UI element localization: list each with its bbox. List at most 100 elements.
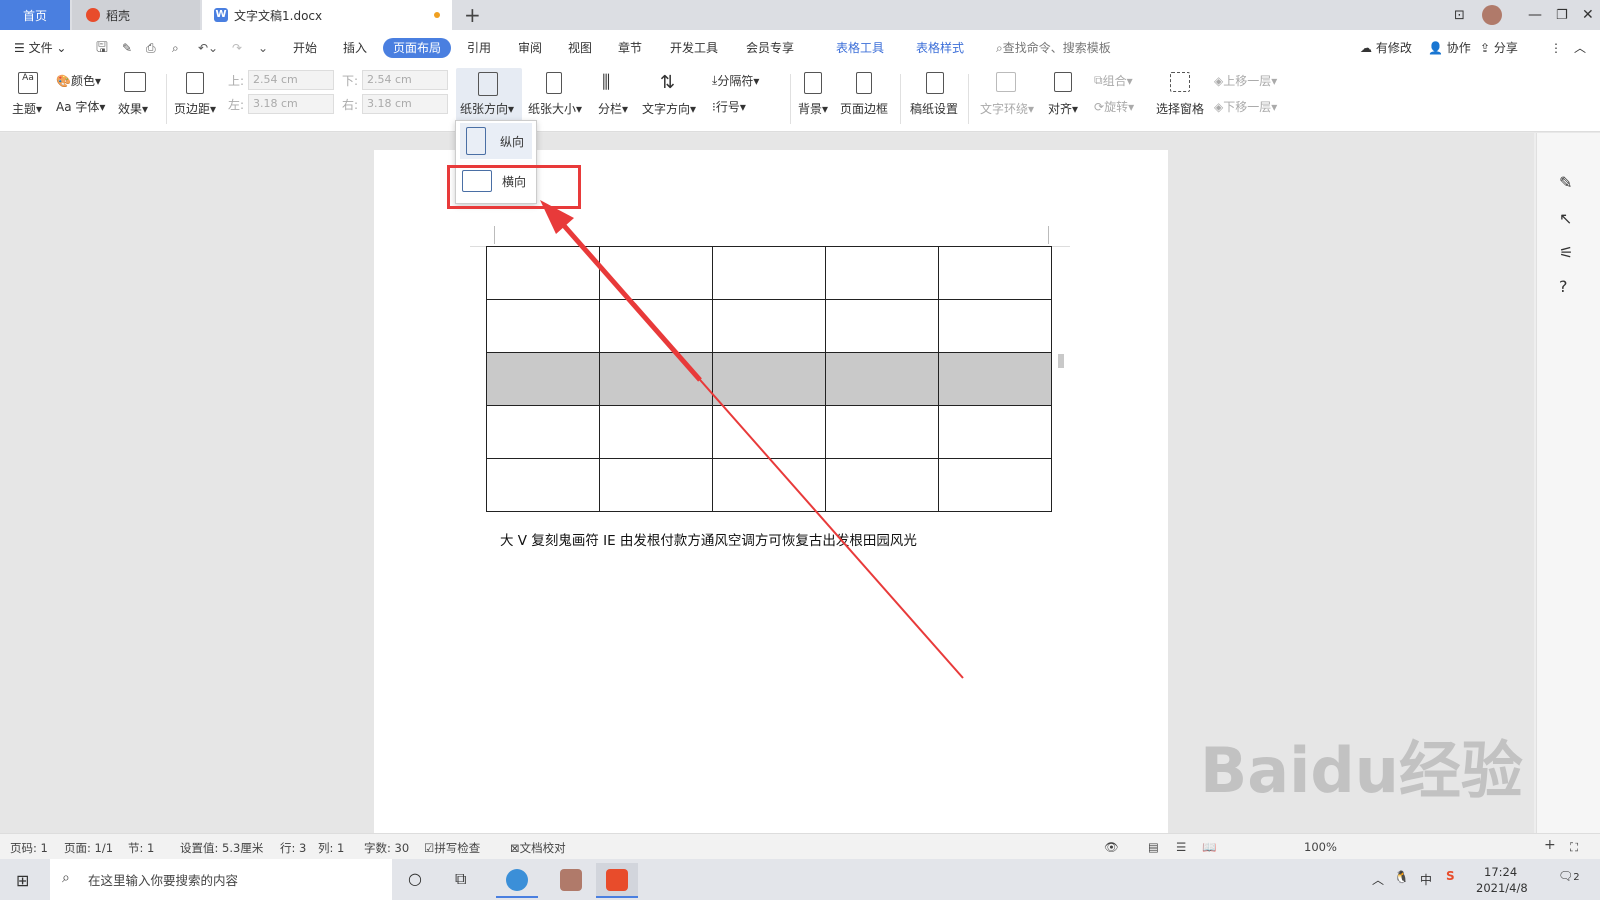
group-button[interactable]: ⧉ 组合 ▾ — [1094, 72, 1133, 89]
table-cell[interactable] — [712, 458, 826, 512]
table-cell[interactable] — [938, 299, 1052, 353]
print-icon[interactable]: ⎙ — [146, 38, 156, 58]
menu-table-style[interactable]: 表格样式 — [916, 38, 964, 58]
cursor-icon[interactable]: ↖ — [1559, 209, 1572, 228]
window-layout-icon[interactable]: ⊡ — [1454, 0, 1465, 30]
portrait-option[interactable]: 纵向 — [460, 123, 532, 159]
table-cell[interactable] — [599, 299, 713, 353]
right-margin-input[interactable]: 3.18 cm — [362, 94, 448, 114]
outline-view-icon[interactable]: ☰ — [1176, 840, 1186, 854]
clock-date[interactable]: 2021/4/8 — [1476, 881, 1528, 895]
table-cell[interactable] — [825, 405, 939, 459]
background-button[interactable]: 背景 ▾ — [798, 100, 828, 117]
table-cell[interactable] — [712, 405, 826, 459]
zoom-level[interactable]: 100% — [1304, 840, 1337, 854]
more-icon[interactable]: ⋮ — [1550, 38, 1562, 58]
eye-protection-icon[interactable]: 👁 — [1104, 840, 1119, 854]
tab-daoke[interactable]: 稻壳 — [72, 0, 200, 30]
table-cell[interactable] — [938, 246, 1052, 300]
table-cell[interactable] — [938, 352, 1052, 406]
close-button[interactable]: ✕ — [1582, 0, 1594, 30]
sogou-tray-icon[interactable]: S — [1446, 869, 1455, 883]
zoom-in-icon[interactable]: + — [1544, 837, 1556, 853]
status-section[interactable]: 节: 1 — [128, 840, 154, 856]
tab-document[interactable]: W 文字文稿1.docx — [202, 0, 452, 30]
taskbar-search[interactable]: ⌕ 在这里输入你要搜索的内容 — [50, 859, 392, 900]
table-cell[interactable] — [486, 299, 600, 353]
undo-icon[interactable]: ↶⌄ — [198, 38, 218, 58]
table-cell[interactable] — [599, 458, 713, 512]
send-backward-button[interactable]: ◈ 下移一层 ▾ — [1214, 98, 1277, 115]
fullscreen-icon[interactable]: ⛶ — [1570, 840, 1578, 855]
table-cell[interactable] — [599, 405, 713, 459]
table-cell[interactable] — [825, 246, 939, 300]
new-tab-button[interactable]: + — [464, 0, 481, 30]
browser-app-icon[interactable] — [496, 863, 538, 898]
clock-time[interactable]: 17:24 — [1484, 865, 1517, 879]
status-setting[interactable]: 设置值: 5.3厘米 — [180, 840, 263, 856]
menu-insert[interactable]: 插入 — [343, 38, 367, 58]
ime-indicator[interactable]: 中 — [1420, 871, 1432, 888]
page-view-icon[interactable]: ▤ — [1148, 840, 1159, 854]
table-cell[interactable] — [712, 299, 826, 353]
task-view-icon[interactable]: ⧉ — [455, 869, 466, 889]
table-cell[interactable] — [938, 458, 1052, 512]
font-button[interactable]: Aa 字体 ▾ — [56, 98, 105, 115]
table-cell[interactable] — [712, 246, 826, 300]
proofread-button[interactable]: ⊠文档校对 — [510, 840, 566, 856]
row-resize-handle[interactable] — [1058, 354, 1064, 368]
table-cell[interactable] — [599, 246, 713, 300]
redo-icon[interactable]: ↷ — [232, 38, 242, 58]
separator-button[interactable]: ⤓ 分隔符 ▾ — [712, 72, 759, 89]
status-page-code[interactable]: 页码: 1 — [10, 840, 48, 856]
menu-reference[interactable]: 引用 — [467, 38, 491, 58]
theme-button[interactable]: 主题 ▾ — [12, 100, 42, 117]
left-margin-input[interactable]: 3.18 cm — [248, 94, 334, 114]
help-icon[interactable]: ? — [1559, 277, 1568, 296]
table-cell[interactable] — [486, 246, 600, 300]
print-preview-icon[interactable]: ⌕ — [172, 38, 179, 58]
collapse-ribbon-icon[interactable]: ︿ — [1574, 38, 1586, 58]
status-words[interactable]: 字数: 30 — [364, 840, 409, 856]
status-col[interactable]: 列: 1 — [318, 840, 344, 856]
align-button[interactable]: 对齐 ▾ — [1048, 100, 1078, 117]
document-paragraph[interactable]: 大 V 复刻鬼画符 IE 由发根付款方通风空调方可恢复古出发根田园风光 — [500, 529, 917, 549]
menu-chapter[interactable]: 章节 — [618, 38, 642, 58]
cortana-icon[interactable]: ○ — [408, 869, 422, 888]
quick-access-more-icon[interactable]: ⌄ — [258, 38, 268, 58]
page-border-button[interactable]: 页面边框 — [840, 100, 888, 117]
menu-view[interactable]: 视图 — [568, 38, 592, 58]
table-cell[interactable] — [599, 352, 713, 406]
photo-app-icon[interactable] — [550, 863, 592, 898]
menu-developer[interactable]: 开发工具 — [670, 38, 718, 58]
status-pages[interactable]: 页面: 1/1 — [64, 840, 113, 856]
changes-button[interactable]: ☁ 有修改 — [1360, 38, 1412, 58]
bring-forward-button[interactable]: ◈ 上移一层 ▾ — [1214, 72, 1277, 89]
effect-button[interactable]: 效果 ▾ — [118, 100, 148, 117]
settings-sliders-icon[interactable]: ⚟ — [1559, 243, 1573, 262]
table-cell[interactable] — [712, 352, 826, 406]
line-number-button[interactable]: ⁝ 行号 ▾ — [712, 98, 746, 115]
restore-button[interactable]: ❐ — [1556, 0, 1568, 30]
edit-icon[interactable]: ✎ — [1559, 173, 1572, 192]
table-cell[interactable] — [938, 405, 1052, 459]
menu-start[interactable]: 开始 — [293, 38, 317, 58]
bottom-margin-input[interactable]: 2.54 cm — [362, 70, 448, 90]
collaborate-button[interactable]: 👤 协作 — [1428, 38, 1471, 58]
command-search[interactable]: ⌕查找命令、搜索模板 — [996, 38, 1111, 58]
text-wrap-button[interactable]: 文字环绕 ▾ — [980, 100, 1034, 117]
save-icon[interactable]: 🖫 — [96, 38, 108, 58]
columns-button[interactable]: 分栏 ▾ — [598, 100, 628, 117]
paper-size-button[interactable]: 纸张大小 ▾ — [528, 100, 582, 117]
wps-app-icon[interactable] — [596, 863, 638, 898]
read-view-icon[interactable]: 📖 — [1202, 840, 1216, 854]
qq-tray-icon[interactable]: 🐧 — [1394, 870, 1409, 884]
menu-review[interactable]: 审阅 — [518, 38, 542, 58]
menu-page-layout[interactable]: 页面布局 — [383, 38, 452, 58]
tray-chevron-icon[interactable]: ︿ — [1372, 871, 1384, 888]
top-margin-input[interactable]: 2.54 cm — [248, 70, 334, 90]
rotate-button[interactable]: ⟳ 旋转 ▾ — [1094, 98, 1134, 115]
share-button[interactable]: ⇪ 分享 — [1480, 38, 1518, 58]
table-cell[interactable] — [486, 458, 600, 512]
text-direction-button[interactable]: 文字方向 ▾ — [642, 100, 696, 117]
